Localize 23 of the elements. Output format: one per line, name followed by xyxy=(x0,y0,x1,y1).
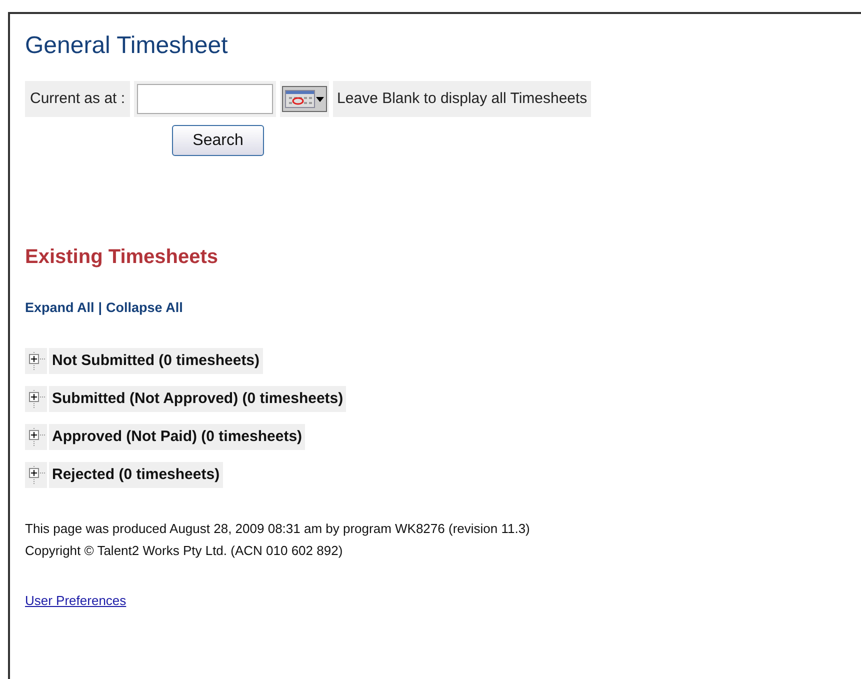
group-heading[interactable]: Submitted (Not Approved) (0 timesheets) xyxy=(49,386,346,412)
footer-text: This page was produced August 28, 2009 08:31 am by program WK8276 (revision 11.3) xyxy=(25,520,530,538)
collapse-all-link[interactable]: Collapse All xyxy=(106,298,183,318)
group-heading[interactable]: Rejected (0 timesheets) xyxy=(49,462,223,488)
link-separator: | xyxy=(98,299,102,317)
date-input-field[interactable] xyxy=(137,84,274,114)
expand-toggle-icon[interactable] xyxy=(25,462,47,488)
expand-toggle-icon[interactable] xyxy=(25,386,47,412)
calendar-icon xyxy=(285,90,316,108)
group-heading[interactable]: Approved (Not Paid) (0 timesheets) xyxy=(49,424,306,450)
field-label: Current as at : xyxy=(25,81,130,117)
user-preferences-link[interactable]: User Preferences xyxy=(25,591,126,611)
section-title: Existing Timesheets xyxy=(25,245,218,270)
caret-icon xyxy=(316,96,324,102)
page-title: General Timesheet xyxy=(25,31,228,61)
group-heading[interactable]: Not Submitted (0 timesheets) xyxy=(49,348,263,374)
hint-text: Leave Blank to display all Timesheets xyxy=(333,81,592,117)
footer-text: Copyright © Talent2 Works Pty Ltd. (ACN 010 602 892) xyxy=(25,542,343,560)
search-button[interactable]: Search xyxy=(172,125,264,156)
expand-toggle-icon[interactable] xyxy=(25,348,47,374)
calendar-picker-button[interactable] xyxy=(282,86,328,112)
expand-all-link[interactable]: Expand All xyxy=(25,298,94,318)
expand-toggle-icon[interactable] xyxy=(25,424,47,450)
